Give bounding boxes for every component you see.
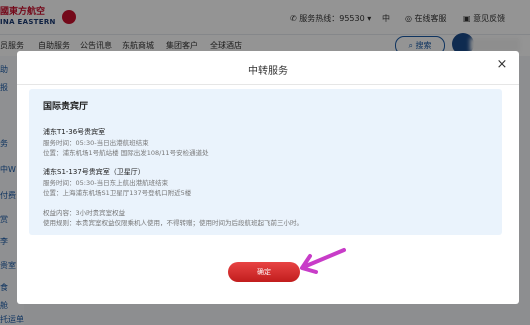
lounge-info-panel: 国际贵宾厅 浦东T1-36号贵宾室 服务时间：05:30-当日出港航班结束 位置…	[29, 89, 502, 235]
dialog-title: 中转服务	[248, 66, 288, 77]
divider	[17, 84, 519, 85]
benefit-text: 权益内容：3小时贵宾室权益	[43, 209, 126, 217]
transit-service-dialog: 中转服务 × 国际贵宾厅 浦东T1-36号贵宾室 服务时间：05:30-当日出港…	[17, 51, 519, 304]
lounge-time: 服务时间：05:30-当日东上航出港航班结束	[43, 179, 169, 187]
lounge-location: 位置：上海浦东机场S1卫星厅137号登机口附近5楼	[43, 189, 192, 197]
close-icon[interactable]: ×	[495, 58, 509, 72]
lounge-name: 浦东T1-36号贵宾室	[43, 128, 106, 136]
lounge-time: 服务时间：05:30-当日出港航班结束	[43, 139, 149, 147]
section-title: 国际贵宾厅	[43, 102, 89, 112]
confirm-button[interactable]: 确定	[228, 262, 300, 282]
usage-rule-text: 使用规则：本贵宾室权益仅限乘机人使用，不得转赠；使用时间为后段航班起飞前三小时。	[43, 219, 303, 227]
annotation-arrow-icon	[300, 248, 346, 274]
lounge-name: 浦东S1-137号贵宾室（卫星厅）	[43, 168, 145, 176]
lounge-location: 位置：浦东机场1号航站楼 国际出发108/11号安检通道处	[43, 149, 209, 157]
